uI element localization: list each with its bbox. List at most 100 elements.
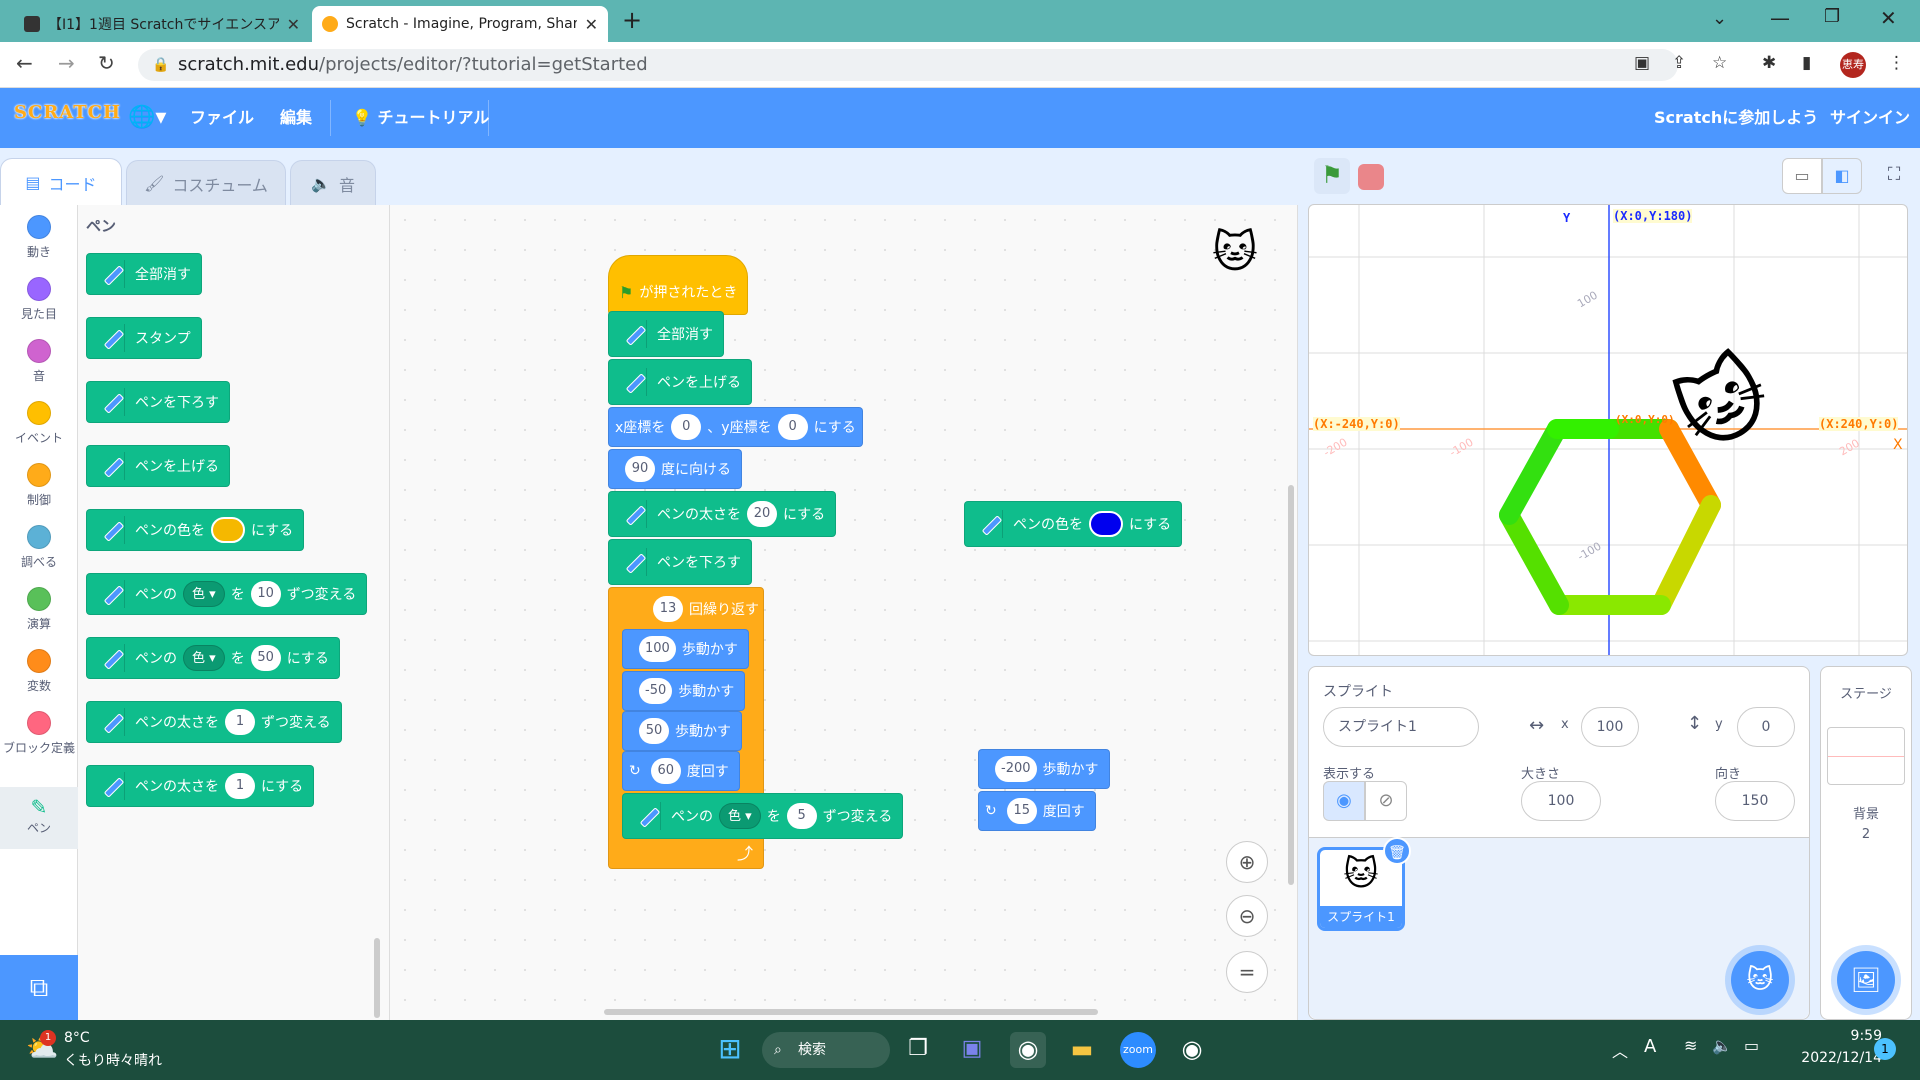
category-my-blocks[interactable]: ブロック定義	[0, 711, 78, 756]
task-view-icon[interactable]: ❐	[900, 1032, 936, 1068]
profile-avatar[interactable]: 恵寿	[1840, 52, 1866, 78]
block-move-steps[interactable]: -50 歩動かす	[622, 671, 746, 711]
horizontal-scrollbar[interactable]	[604, 1009, 1098, 1015]
block-pen-down[interactable]: ペンを下ろす	[608, 539, 752, 585]
windows-start-icon[interactable]: ⊞	[712, 1032, 748, 1068]
number-input[interactable]: 0	[671, 414, 702, 440]
number-input[interactable]: 90	[625, 456, 655, 482]
param-dropdown[interactable]: 色 ▾	[183, 581, 225, 607]
stage-canvas[interactable]: Y (X:0,Y:180) (X:-240,Y:0) (X:240,Y:0) (…	[1308, 204, 1908, 656]
browser-tab-1[interactable]: 【I1】1週目 Scratchでサイエンスアート作品 ✕	[14, 6, 310, 42]
block-when-flag-clicked[interactable]: ⚑ が押されたとき	[608, 255, 749, 315]
block-move-steps[interactable]: 50 歩動かす	[622, 711, 742, 751]
number-input[interactable]: 0	[777, 414, 808, 440]
number-input[interactable]: 15	[1006, 798, 1037, 824]
close-icon[interactable]: ✕	[287, 15, 300, 34]
join-scratch-link[interactable]: Scratchに参加しよう	[1654, 88, 1818, 148]
close-icon[interactable]: ✕	[585, 15, 598, 34]
category-events[interactable]: イベント	[0, 401, 78, 446]
block-change-pen-size[interactable]: ペンの太さを 1 ずつ変える	[86, 701, 342, 743]
number-input[interactable]: -200	[995, 756, 1037, 782]
bookmark-star-icon[interactable]: ☆	[1712, 53, 1727, 73]
block-pen-up[interactable]: ペンを上げる	[86, 445, 230, 487]
restore-icon[interactable]: ❐	[1824, 6, 1840, 27]
minimize-icon[interactable]: —	[1770, 6, 1790, 30]
zoom-reset-button[interactable]: =	[1226, 951, 1268, 993]
tutorial-menu[interactable]: 💡 チュートリアル	[352, 88, 489, 148]
delete-sprite-icon[interactable]: 🗑	[1383, 837, 1411, 865]
tab-code[interactable]: ▤ コード	[0, 158, 122, 206]
clock-time[interactable]: 9:59	[1786, 1028, 1882, 1044]
share-icon[interactable]: ⇪	[1672, 53, 1686, 73]
number-input[interactable]: 13	[653, 596, 683, 622]
category-variables[interactable]: 変数	[0, 649, 78, 694]
back-arrow-icon[interactable]: ←	[16, 51, 33, 75]
scratch-logo[interactable]: SCRATCH	[14, 102, 120, 134]
new-tab-plus-icon[interactable]: +	[622, 6, 642, 34]
number-input[interactable]: 5	[786, 803, 817, 829]
category-sensing[interactable]: 調べる	[0, 525, 78, 570]
file-menu[interactable]: ファイル	[190, 88, 254, 148]
tab-sound[interactable]: 🔈 音	[290, 160, 376, 206]
choose-sprite-button[interactable]: 🐱	[1731, 951, 1789, 1009]
zoom-out-button[interactable]: ⊖	[1226, 895, 1268, 937]
block-pen-stamp[interactable]: スタンプ	[86, 317, 202, 359]
edit-menu[interactable]: 編集	[280, 88, 312, 148]
block-pen-down[interactable]: ペンを下ろす	[86, 381, 230, 423]
size-input[interactable]: 100	[1521, 781, 1601, 821]
number-input[interactable]: -50	[639, 678, 673, 704]
block-point-direction[interactable]: 90 度に向ける	[608, 449, 742, 489]
block-turn-right-loose[interactable]: ↻ 15 度回す	[978, 791, 1096, 831]
block-move-steps[interactable]: 100 歩動かす	[622, 629, 749, 669]
notification-badge[interactable]: 1	[1874, 1038, 1896, 1060]
number-input[interactable]: 10	[250, 581, 281, 607]
color-swatch[interactable]	[1089, 511, 1123, 537]
side-panel-icon[interactable]: ▮	[1802, 53, 1811, 73]
wifi-icon[interactable]: ≋	[1684, 1036, 1697, 1055]
hide-eye-icon[interactable]: ⊘	[1365, 781, 1407, 821]
number-input[interactable]: 60	[650, 758, 681, 784]
category-sound[interactable]: 音	[0, 339, 78, 384]
number-input[interactable]: 20	[747, 501, 777, 527]
chrome-icon[interactable]: ◉	[1174, 1032, 1210, 1068]
block-change-pen-param[interactable]: ペンの色 ▾ を 5 ずつ変える	[622, 793, 904, 839]
category-operators[interactable]: 演算	[0, 587, 78, 632]
category-motion[interactable]: 動き	[0, 215, 78, 260]
close-window-icon[interactable]: ✕	[1880, 6, 1897, 30]
category-control[interactable]: 制御	[0, 463, 78, 508]
number-input[interactable]: 1	[225, 709, 255, 735]
ime-icon[interactable]: A	[1644, 1036, 1656, 1057]
block-set-pen-color[interactable]: ペンの色を にする	[86, 509, 305, 551]
tab-search-chevron-icon[interactable]: ⌄	[1712, 8, 1727, 29]
number-input[interactable]: 1	[225, 773, 255, 799]
block-turn-right[interactable]: ↻ 60 度回す	[622, 751, 740, 791]
block-set-pen-param[interactable]: ペンの色 ▾ を 50 にする	[86, 637, 340, 679]
taskbar-search[interactable]: ⌕ 検索	[762, 1032, 890, 1068]
block-pen-up[interactable]: ペンを上げる	[608, 359, 752, 405]
tray-chevron-icon[interactable]: ︿	[1612, 1038, 1628, 1062]
number-input[interactable]: 50	[250, 645, 281, 671]
stage-thumbnail[interactable]	[1827, 727, 1905, 785]
volume-icon[interactable]: 🔈	[1712, 1036, 1732, 1055]
reload-icon[interactable]: ↻	[98, 51, 115, 75]
block-set-pen-size[interactable]: ペンの太さを 20 にする	[608, 491, 837, 537]
small-stage-button[interactable]: ▭	[1782, 158, 1822, 194]
block-pen-clear[interactable]: 全部消す	[608, 311, 724, 357]
category-looks[interactable]: 見た目	[0, 277, 78, 322]
vertical-scrollbar[interactable]	[1288, 485, 1294, 885]
y-input[interactable]: 0	[1737, 707, 1795, 747]
camera-blocked-icon[interactable]: ▣	[1634, 53, 1650, 73]
show-eye-icon[interactable]: ◉	[1323, 781, 1365, 821]
number-input[interactable]: 100	[639, 636, 676, 662]
extensions-puzzle-icon[interactable]: ✱	[1762, 53, 1776, 73]
param-dropdown[interactable]: 色 ▾	[183, 645, 225, 671]
block-move-steps-loose[interactable]: -200 歩動かす	[978, 749, 1110, 789]
stop-button[interactable]	[1358, 164, 1384, 190]
x-input[interactable]: 100	[1581, 707, 1639, 747]
teams-chat-icon[interactable]: ▣	[954, 1032, 990, 1068]
forward-arrow-icon[interactable]: →	[58, 51, 75, 75]
file-explorer-icon[interactable]: ▬	[1064, 1032, 1100, 1068]
block-change-pen-param[interactable]: ペンの色 ▾ を 10 ずつ変える	[86, 573, 368, 615]
palette-scrollbar[interactable]	[374, 938, 380, 1018]
tab-costume[interactable]: 🖌 コスチューム	[126, 160, 286, 206]
